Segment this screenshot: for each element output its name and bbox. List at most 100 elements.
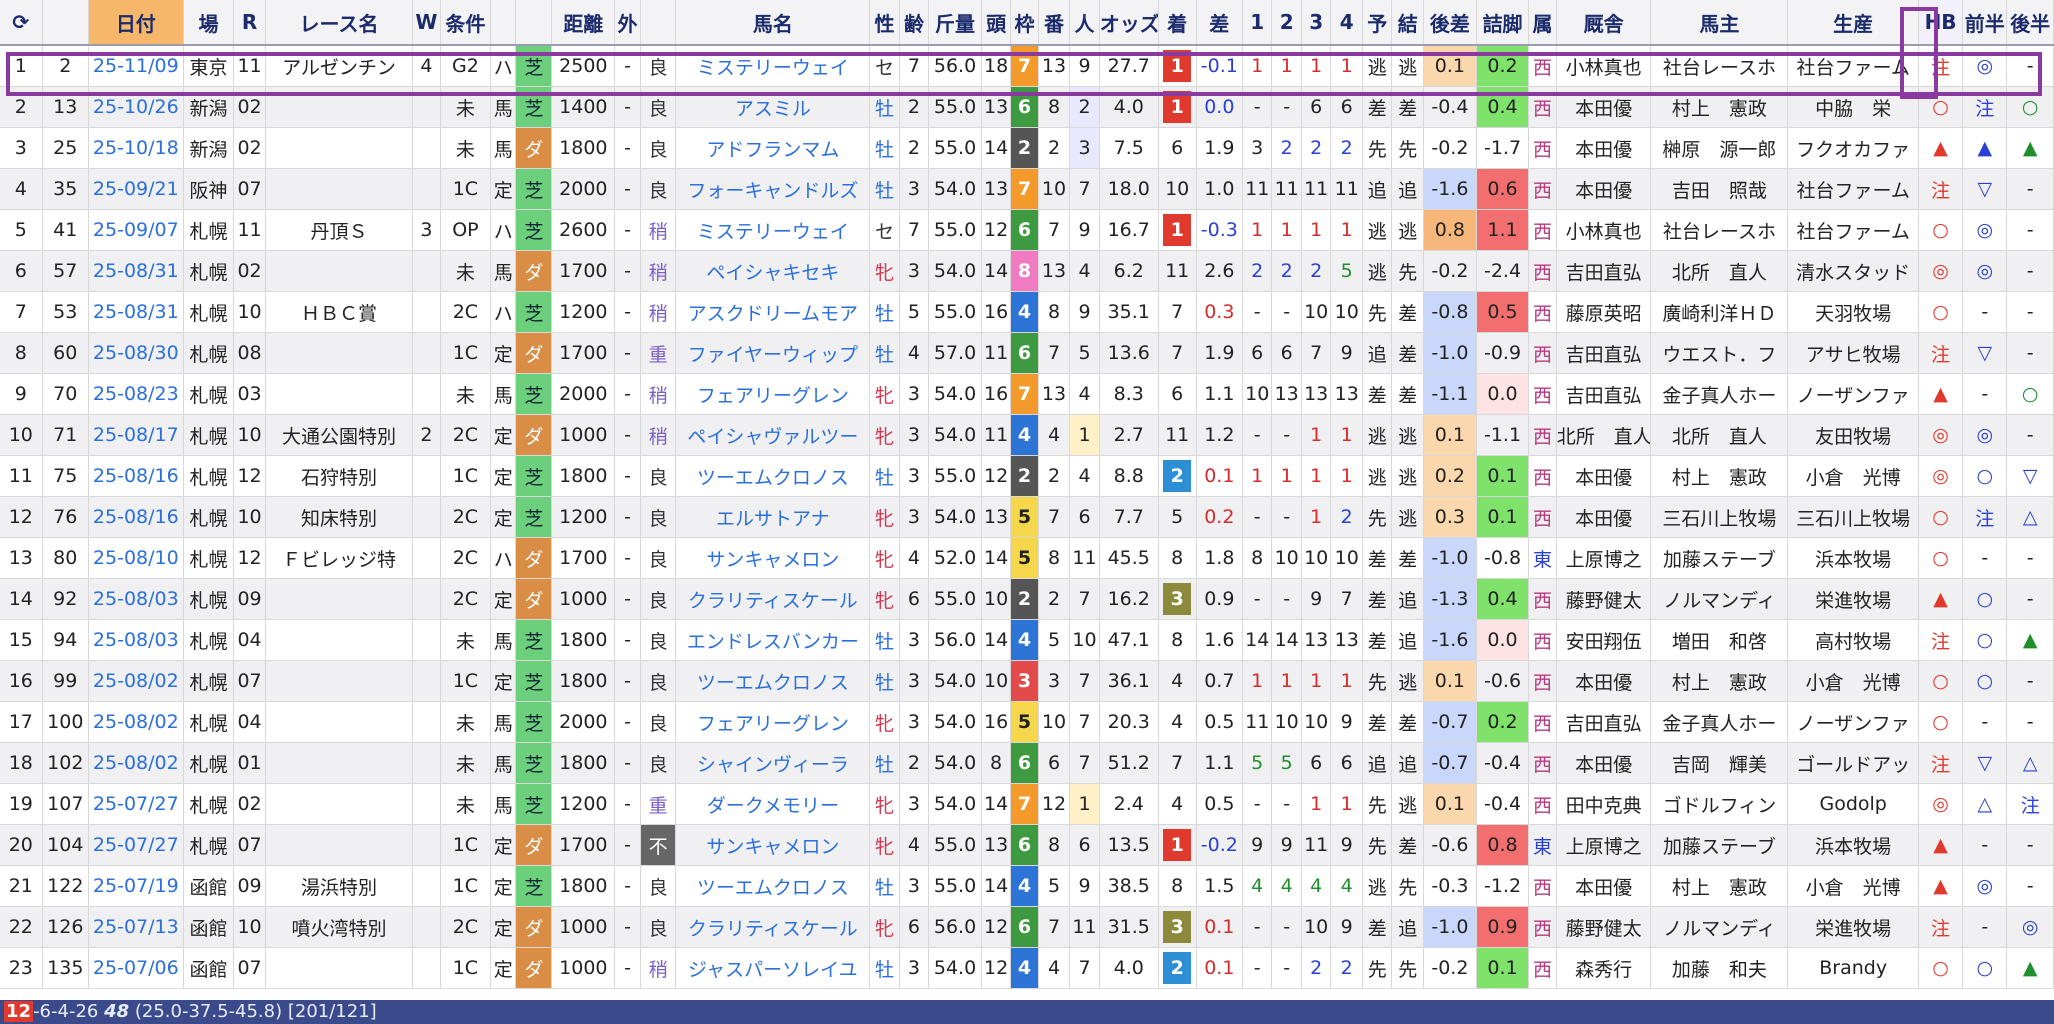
col-waku[interactable]: 枠	[1010, 0, 1039, 46]
col-popularity[interactable]: 人	[1069, 0, 1100, 46]
col-date[interactable]: 日付	[88, 0, 184, 46]
horse-name[interactable]: ファイヤーウィップ	[675, 332, 871, 374]
horse-name[interactable]: フェアリーグレン	[675, 373, 871, 415]
race-date[interactable]: 25-10/26	[88, 86, 184, 128]
race-date[interactable]: 25-08/31	[88, 291, 184, 333]
horse-name[interactable]: サンキャメロン	[675, 537, 871, 579]
col-result[interactable]: 結	[1391, 0, 1425, 46]
race-date[interactable]: 25-10/18	[88, 127, 184, 169]
horse-name[interactable]: サンキャメロン	[675, 824, 871, 866]
race-date[interactable]: 25-08/16	[88, 496, 184, 538]
horse-name[interactable]: ツーエムクロノス	[675, 455, 871, 497]
horse-name[interactable]: アスミル	[675, 86, 871, 128]
col-c2[interactable]: 2	[1271, 0, 1302, 46]
race-date[interactable]: 25-07/19	[88, 865, 184, 907]
col-owner[interactable]: 馬主	[1650, 0, 1789, 46]
race-date[interactable]: 25-07/13	[88, 906, 184, 948]
col-hb[interactable]: HB	[1918, 0, 1964, 46]
table-row[interactable]: 9 70 25-08/23 札幌 03 未馬芝 2000- 稍フェアリーグレン牝 3 54.0 16…	[0, 373, 2054, 415]
col-c4[interactable]: 4	[1330, 0, 1363, 46]
horse-name[interactable]: アドフランマム	[675, 127, 871, 169]
race-date[interactable]: 25-08/03	[88, 619, 184, 661]
col-sex[interactable]: 性	[869, 0, 900, 46]
col-after-diff[interactable]: 後差	[1423, 0, 1477, 46]
horse-name[interactable]: クラリティスケール	[675, 578, 871, 620]
col-pred[interactable]: 予	[1362, 0, 1393, 46]
race-date[interactable]: 25-08/17	[88, 414, 184, 456]
col-race-name[interactable]: レース名	[265, 0, 414, 46]
race-date[interactable]: 25-08/23	[88, 373, 184, 415]
table-row[interactable]: 14 92 25-08/03 札幌 09 2C 定ダ 1000- 良クラリティスケール牝 6 55.…	[0, 578, 2054, 620]
horse-name[interactable]: ツーエムクロノス	[675, 660, 871, 702]
col-runners[interactable]: 頭	[981, 0, 1012, 46]
horse-name[interactable]: クラリティスケール	[675, 906, 871, 948]
table-row[interactable]: 7 53 25-08/31 札幌 10 ＨＢＣ賞 2C ハ芝 1200- 稍アスクドリームモア牡 5…	[0, 291, 2054, 333]
horse-name[interactable]: アスクドリームモア	[675, 291, 871, 333]
horse-name[interactable]: ミステリーウェイ	[675, 45, 871, 87]
col-finish[interactable]: 着	[1158, 0, 1197, 46]
race-date[interactable]: 25-08/03	[88, 578, 184, 620]
col-type[interactable]	[490, 0, 517, 46]
col-trainer[interactable]: 厩舎	[1556, 0, 1652, 46]
col-race-no[interactable]: R	[233, 0, 266, 46]
col-going[interactable]	[640, 0, 677, 46]
table-row[interactable]: 15 94 25-08/03 札幌 04 未馬芝 1800- 良エンドレスバンカー牡 3 56.0…	[0, 619, 2054, 661]
horse-name[interactable]: シャインヴィーラ	[675, 742, 871, 784]
refresh-button[interactable]: ⟳	[0, 0, 43, 46]
race-date[interactable]: 25-08/02	[88, 701, 184, 743]
col-c3[interactable]: 3	[1301, 0, 1332, 46]
race-date[interactable]: 25-09/07	[88, 209, 184, 251]
table-row[interactable]: 10 71 25-08/17 札幌 10 大通公園特別 2 2C 定ダ 1000- 稍ペイシャヴァル…	[0, 414, 2054, 456]
race-date[interactable]: 25-07/27	[88, 824, 184, 866]
col-odds[interactable]: オッズ	[1099, 0, 1159, 46]
col-distance[interactable]: 距離	[551, 0, 616, 46]
table-row[interactable]: 2 13 25-10/26 新潟 02 未馬芝 1400- 良アスミル牡 2 55.0 13 6 8 2 4…	[0, 86, 2054, 128]
race-date[interactable]: 25-07/27	[88, 783, 184, 825]
race-date[interactable]: 25-08/02	[88, 660, 184, 702]
col-age[interactable]: 齢	[899, 0, 930, 46]
col-row[interactable]	[42, 0, 89, 46]
table-row[interactable]: 8 60 25-08/30 札幌 08 1C 定ダ 1700- 重ファイヤーウィップ牡 4 57.0…	[0, 332, 2054, 374]
table-row[interactable]: 4 35 25-09/21 阪神 07 1C 定芝 2000- 良フォーキャンドルズ牡 3 54.0…	[0, 168, 2054, 210]
horse-name[interactable]: ペイシャキセキ	[675, 250, 871, 292]
col-second-half[interactable]: 後半	[2006, 0, 2054, 46]
horse-name[interactable]: ペイシャヴァルツー	[675, 414, 871, 456]
col-c1[interactable]: 1	[1242, 0, 1273, 46]
col-umaban[interactable]: 番	[1038, 0, 1071, 46]
col-outer[interactable]: 外	[614, 0, 641, 46]
table-row[interactable]: 18 102 25-08/02 札幌 01 未馬芝 1800- 良シャインヴィーラ牡 2 54.0…	[0, 742, 2054, 784]
race-date[interactable]: 25-08/16	[88, 455, 184, 497]
table-row[interactable]: 3 25 25-10/18 新潟 02 未馬ダ 1800- 良アドフランマム牡 2 55.0 14 2…	[0, 127, 2054, 169]
race-date[interactable]: 25-11/09	[88, 45, 184, 87]
race-date[interactable]: 25-08/02	[88, 742, 184, 784]
horse-name[interactable]: ミステリーウェイ	[675, 209, 871, 251]
race-date[interactable]: 25-09/21	[88, 168, 184, 210]
col-venue[interactable]: 場	[183, 0, 235, 46]
col-first-half[interactable]: 前半	[1962, 0, 2008, 46]
col-closing[interactable]: 詰脚	[1476, 0, 1530, 46]
table-row[interactable]: 13 80 25-08/10 札幌 12 Ｆビレッジ特 2C ハダ 1700- 良サンキャメロン牝…	[0, 537, 2054, 579]
table-row[interactable]: 19 107 25-07/27 札幌 02 未馬芝 1200- 重ダークメモリー牝 3 54.0 1…	[0, 783, 2054, 825]
col-w[interactable]: W	[412, 0, 441, 46]
table-row[interactable]: 22 126 25-07/13 函館 10 噴火湾特別 2C 定ダ 1000- 良クラリティスケー…	[0, 906, 2054, 948]
race-date[interactable]: 25-08/10	[88, 537, 184, 579]
table-row[interactable]: 23 135 25-07/06 函館 07 1C 定ダ 1000- 稍ジャスパーソレイユ牡 3 54…	[0, 947, 2054, 989]
horse-name[interactable]: ツーエムクロノス	[675, 865, 871, 907]
table-row[interactable]: 12 76 25-08/16 札幌 10 知床特別 2C 定芝 1200- 良エルサトアナ牝 3 54…	[0, 496, 2054, 538]
col-margin[interactable]: 差	[1196, 0, 1243, 46]
table-row[interactable]: 5 41 25-09/07 札幌 11 丹頂Ｓ 3 OP ハ芝 2600- 稍ミステリーウェイセ 7 5…	[0, 209, 2054, 251]
col-horse[interactable]: 馬名	[675, 0, 871, 46]
table-row[interactable]: 17 100 25-08/02 札幌 04 未馬芝 2000- 良フェアリーグレン牝 3 54.0…	[0, 701, 2054, 743]
col-weight[interactable]: 斤量	[928, 0, 982, 46]
table-row[interactable]: 11 75 25-08/16 札幌 12 石狩特別 1C 定芝 1800- 良ツーエムクロノス牡 3…	[0, 455, 2054, 497]
horse-name[interactable]: ジャスパーソレイユ	[675, 947, 871, 989]
horse-name[interactable]: ダークメモリー	[675, 783, 871, 825]
table-row[interactable]: 20 104 25-07/27 札幌 07 1C 定ダ 1700- 不サンキャメロン牝 4 55.0…	[0, 824, 2054, 866]
col-breeder[interactable]: 生産	[1787, 0, 1919, 46]
horse-name[interactable]: フォーキャンドルズ	[675, 168, 871, 210]
table-row[interactable]: 21 122 25-07/19 函館 09 湯浜特別 1C 定芝 1800- 良ツーエムクロノス牡…	[0, 865, 2054, 907]
horse-name[interactable]: フェアリーグレン	[675, 701, 871, 743]
race-date[interactable]: 25-07/06	[88, 947, 184, 989]
race-date[interactable]: 25-08/30	[88, 332, 184, 374]
horse-name[interactable]: エルサトアナ	[675, 496, 871, 538]
